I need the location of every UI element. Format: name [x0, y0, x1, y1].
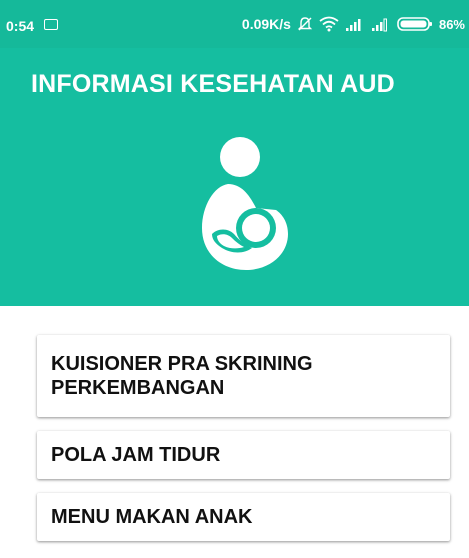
app-screen: 0:54 0.09K/s 86% INFORMASI KESEHATAN AUD…	[0, 0, 469, 558]
status-bar: 0:54 0.09K/s 86%	[0, 0, 469, 48]
battery-percent: 86%	[438, 16, 465, 32]
status-right-group: 0.09K/s 86%	[242, 16, 465, 32]
wifi-icon	[319, 16, 339, 32]
status-time: 0:54	[6, 18, 35, 34]
menu-item-pola-jam-tidur[interactable]: POLA JAM TIDUR	[37, 431, 450, 479]
signal-icon	[345, 16, 365, 32]
app-header: INFORMASI KESEHATAN AUD	[0, 48, 469, 306]
menu-item-label: POLA JAM TIDUR	[51, 444, 221, 466]
battery-icon	[397, 16, 433, 32]
menu-item-menu-makan-anak[interactable]: MENU MAKAN ANAK	[37, 493, 450, 541]
menu-item-kuisioner[interactable]: KUISIONER PRA SKRINING PERKEMBANGAN	[37, 335, 450, 417]
breastfeeding-mother-icon	[202, 137, 288, 270]
signal-icon	[371, 16, 391, 32]
notification-icon	[44, 19, 58, 30]
menu-list: KUISIONER PRA SKRINING PERKEMBANGAN POLA…	[37, 335, 450, 555]
network-speed: 0.09K/s	[241, 16, 291, 32]
menu-item-label: MENU MAKAN ANAK	[51, 506, 253, 528]
menu-item-label: KUISIONER PRA SKRINING PERKEMBANGAN	[51, 353, 313, 399]
mute-icon	[297, 16, 313, 32]
page-title: INFORMASI KESEHATAN AUD	[31, 70, 395, 98]
